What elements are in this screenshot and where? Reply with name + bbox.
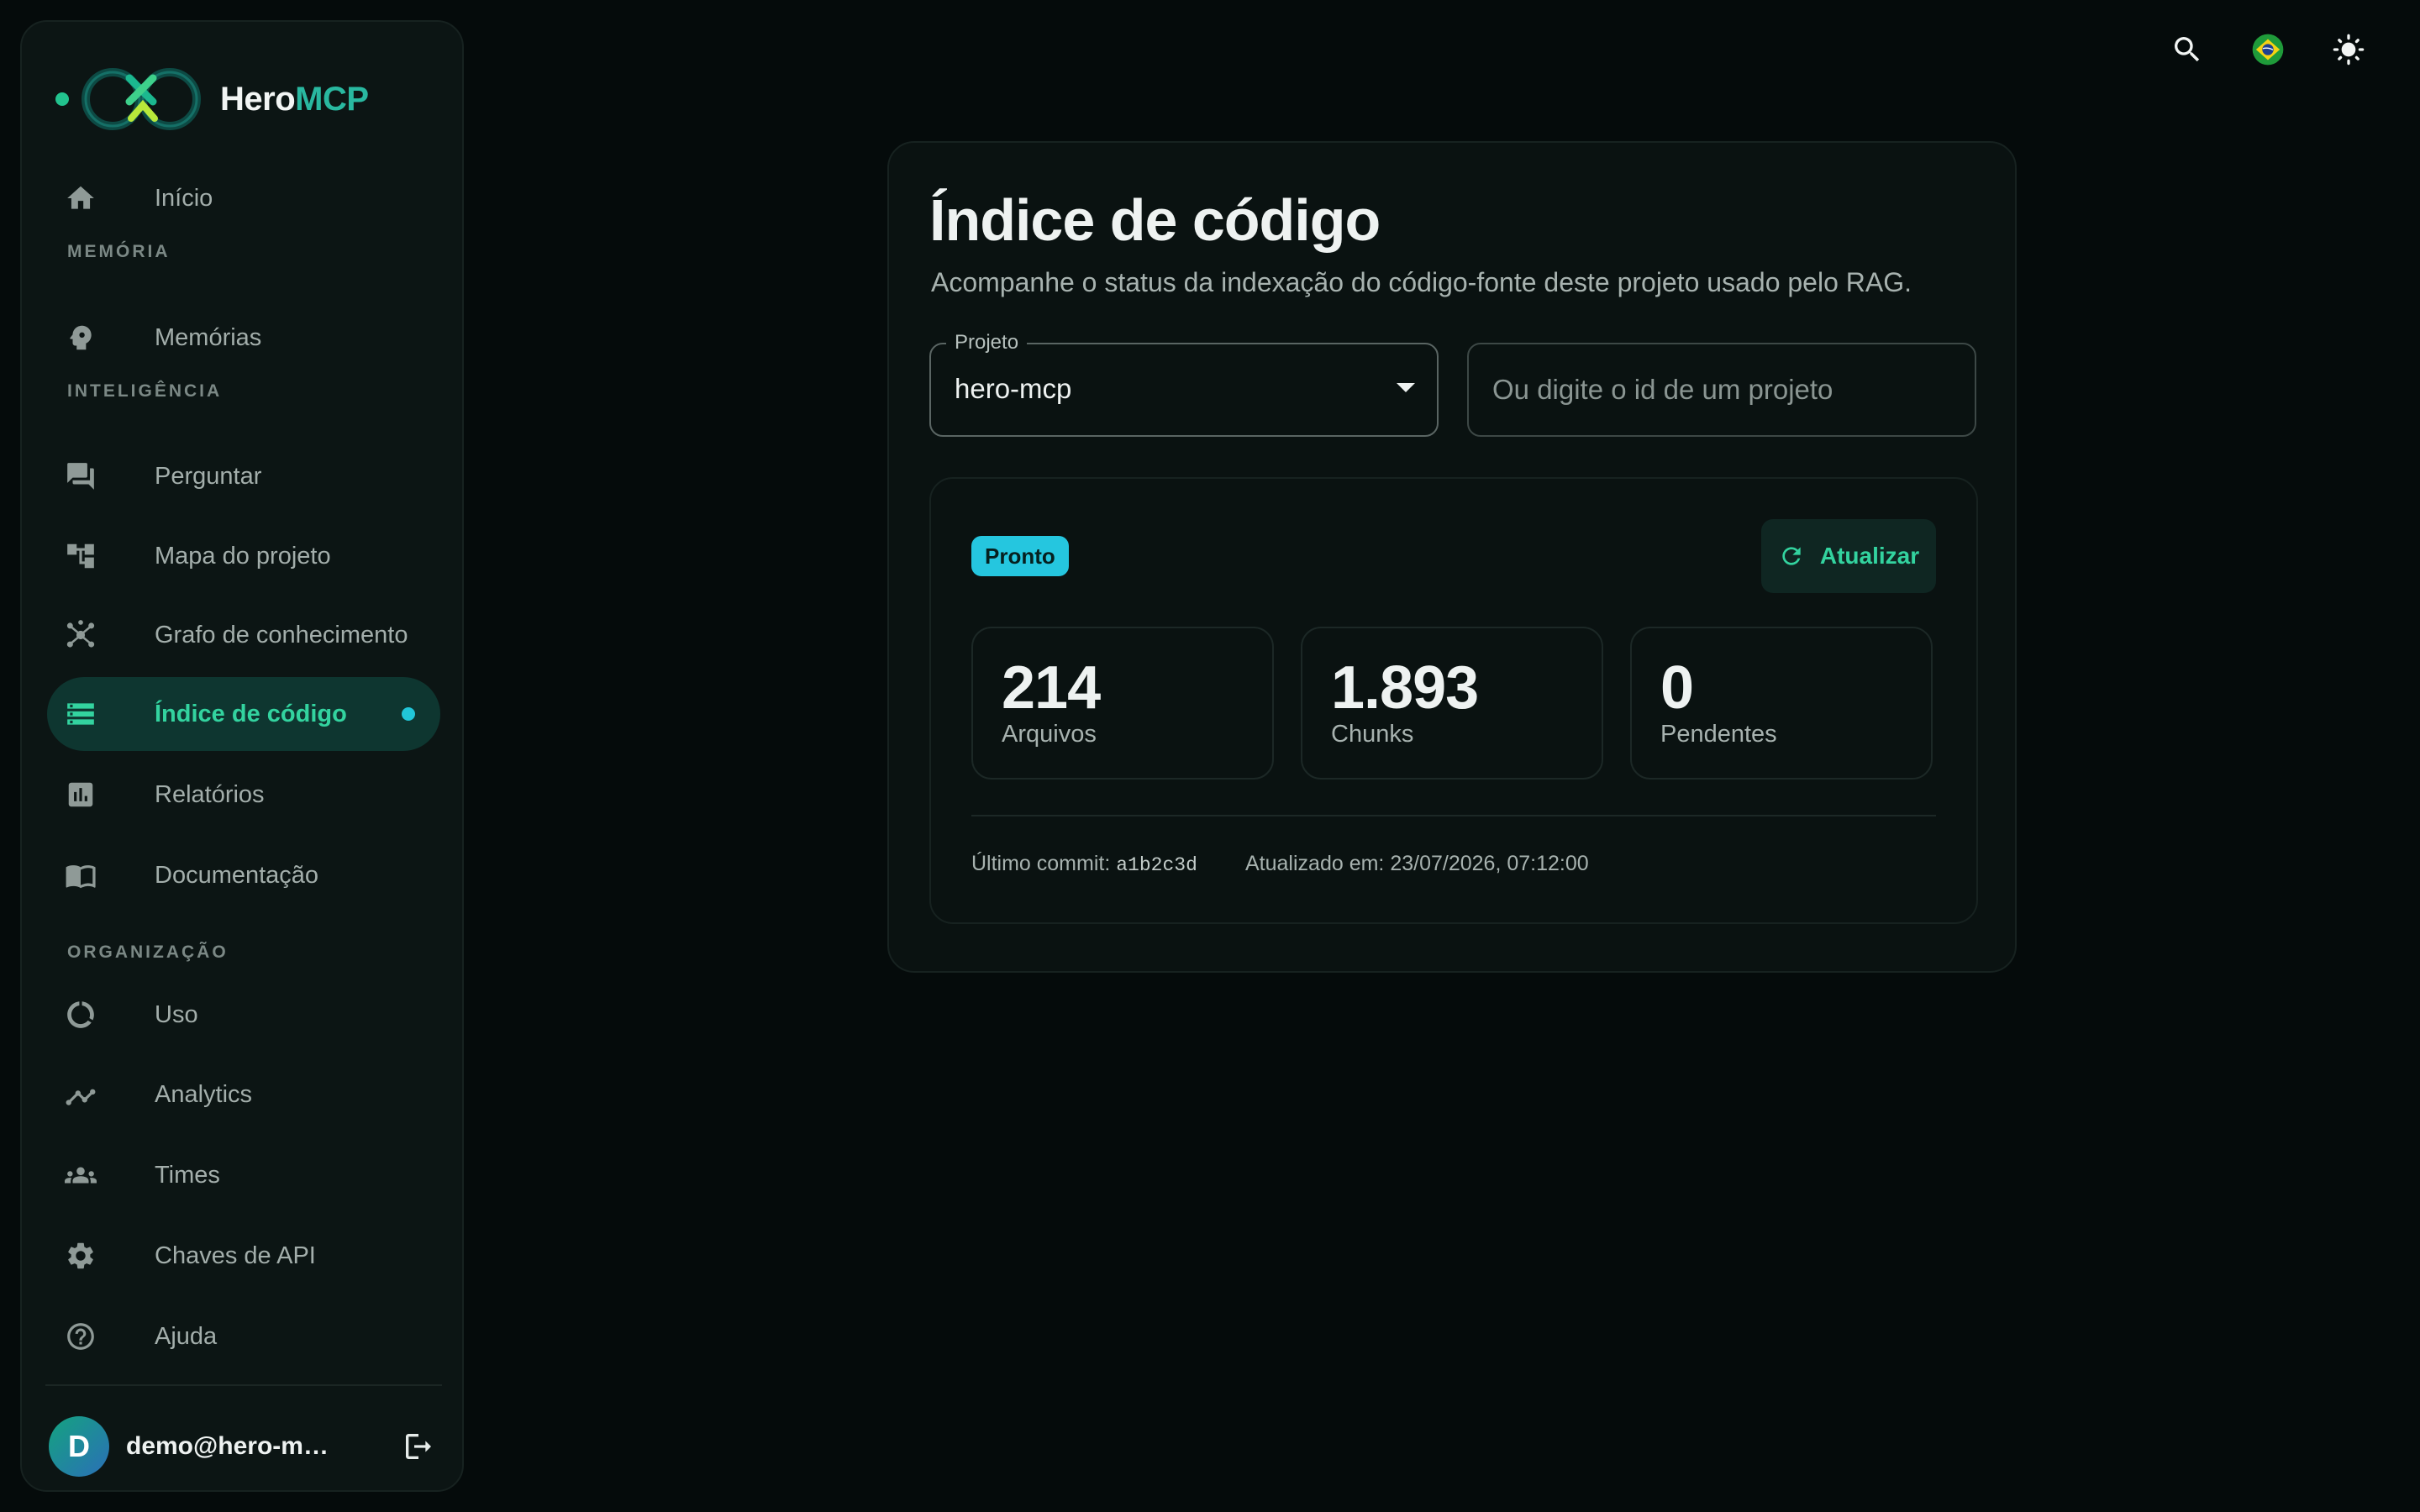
sidebar-item-grafo-de-conhecimento[interactable]: Grafo de conhecimento [47, 598, 440, 672]
sidebar-item-uso[interactable]: Uso [47, 978, 440, 1052]
sidebar-item-perguntar[interactable]: Perguntar [47, 439, 440, 513]
book-icon [64, 858, 97, 892]
status-badge: Pronto [971, 536, 1069, 576]
refresh-button[interactable]: Atualizar [1761, 519, 1936, 593]
active-indicator [402, 707, 415, 721]
sun-icon [2333, 34, 2365, 66]
sidebar: HeroMCP Início MEMÓRIA Memórias INTELIGÊ… [20, 20, 464, 1492]
logout-icon[interactable] [402, 1430, 435, 1463]
project-select-value: hero-mcp [955, 373, 1072, 404]
sidebar-item-indice-de-codigo[interactable]: Índice de código [47, 677, 440, 751]
stat-value: 1.893 [1331, 654, 1479, 722]
storage-icon [64, 697, 97, 731]
sidebar-item-relatorios[interactable]: Relatórios [47, 758, 440, 832]
stat-label: Arquivos [1002, 721, 1097, 748]
refresh-icon [1782, 547, 1801, 565]
theme-toggle-button[interactable] [2328, 29, 2370, 71]
commit-hash: a1b2c3d [1116, 854, 1197, 876]
user-profile: D demo@hero-mcp.dev [49, 1413, 444, 1480]
sidebar-item-chaves-de-api[interactable]: Chaves de API [47, 1219, 440, 1293]
sidebar-item-memorias[interactable]: Memórias [47, 301, 440, 375]
search-button[interactable] [2166, 29, 2208, 71]
brain-head-icon [64, 321, 97, 354]
infinity-logo-icon [82, 68, 201, 130]
sidebar-item-times[interactable]: Times [47, 1138, 440, 1212]
section-label-memoria: MEMÓRIA [67, 242, 171, 261]
sidebar-item-analytics[interactable]: Analytics [47, 1058, 440, 1131]
sidebar-item-ajuda[interactable]: Ajuda [47, 1299, 440, 1373]
brazil-flag-icon [2252, 34, 2284, 66]
section-label-inteligencia: INTELIGÊNCIA [67, 381, 223, 401]
updated-at-info: Atualizado em: 23/07/2026, 07:12:00 [1245, 852, 1589, 875]
tree-map-icon [64, 539, 97, 573]
stat-card-arquivos: 214 Arquivos [971, 627, 1274, 780]
page-subtitle: Acompanhe o status da indexação do códig… [931, 267, 1912, 297]
group-icon [64, 1158, 97, 1192]
sidebar-item-documentacao[interactable]: Documentação [47, 838, 440, 912]
refresh-label: Atualizar [1819, 543, 1920, 569]
stat-card-chunks: 1.893 Chunks [1301, 627, 1603, 780]
code-index-card: Índice de código Acompanhe o status da i… [887, 141, 2017, 973]
page-title: Índice de código [929, 187, 1381, 253]
home-icon [64, 181, 97, 215]
project-id-input[interactable] [1467, 343, 1976, 437]
avatar[interactable]: D [49, 1416, 109, 1477]
graph-icon [64, 618, 97, 652]
section-label-organizacao: ORGANIZAÇÃO [67, 942, 229, 962]
caret-down-icon [1397, 383, 1415, 392]
user-email: demo@hero-mcp.dev [126, 1432, 336, 1460]
stat-card-pendentes: 0 Pendentes [1630, 627, 1933, 780]
panel-divider [971, 815, 1936, 816]
sidebar-divider [45, 1384, 442, 1386]
sidebar-item-mapa-do-projeto[interactable]: Mapa do projeto [47, 519, 440, 593]
index-status-panel: Pronto Atualizar 214 Arquivos 1.893 Chun… [929, 477, 1978, 924]
brand[interactable]: HeroMCP [55, 66, 369, 133]
last-commit-info: Último commit: a1b2c3d [971, 852, 1197, 876]
search-icon [2175, 37, 2200, 62]
stat-value: 214 [1002, 654, 1101, 722]
project-select[interactable]: Projeto hero-mcp [929, 331, 1439, 437]
stat-value: 0 [1660, 654, 1694, 722]
status-dot [55, 92, 69, 106]
help-icon [64, 1320, 97, 1353]
gear-icon [64, 1239, 97, 1273]
brand-name: HeroMCP [220, 80, 369, 118]
sidebar-item-inicio[interactable]: Início [47, 161, 440, 235]
chat-icon [64, 459, 97, 493]
trend-icon [64, 1078, 97, 1111]
donut-icon [64, 998, 97, 1032]
stat-label: Chunks [1331, 721, 1414, 748]
project-select-label: Projeto [946, 331, 1028, 354]
language-button[interactable] [2247, 29, 2289, 71]
stat-label: Pendentes [1660, 721, 1777, 748]
bar-chart-icon [64, 778, 97, 811]
